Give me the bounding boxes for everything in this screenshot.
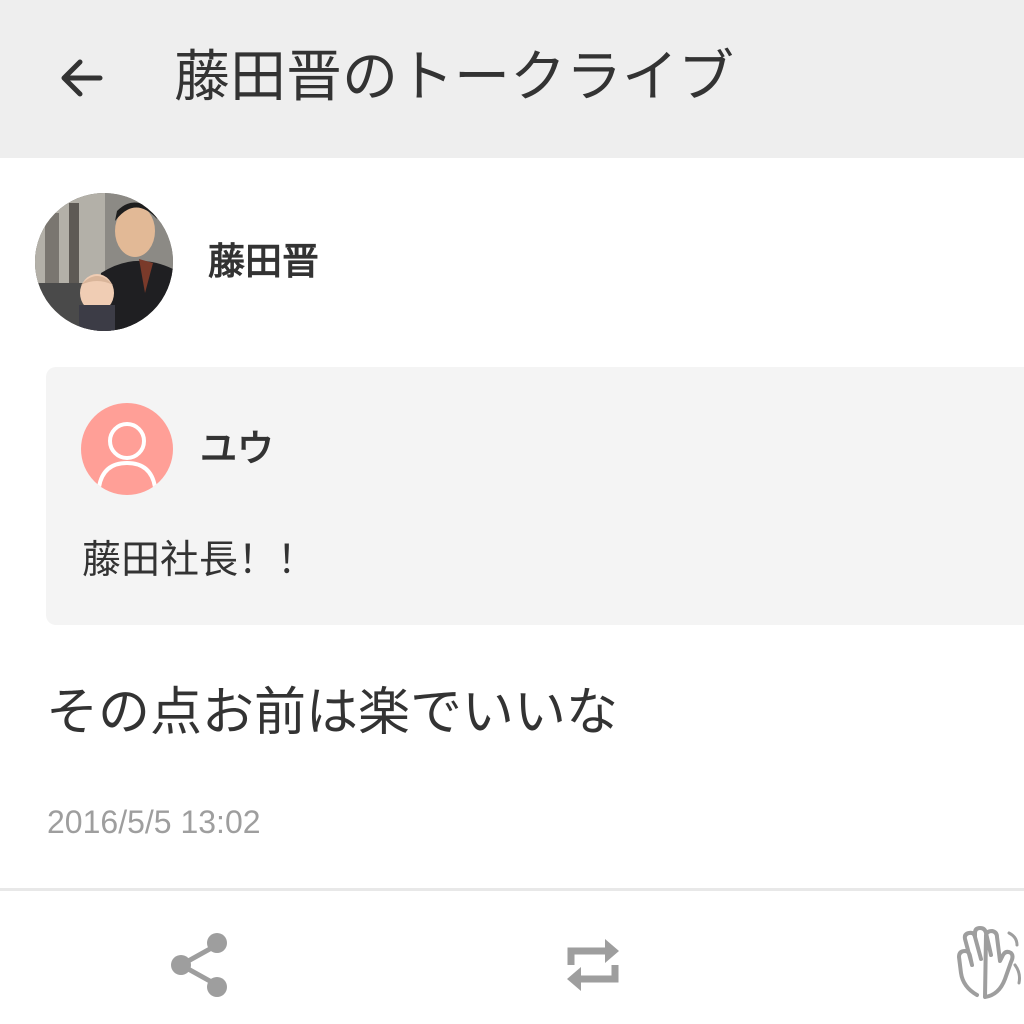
arrow-left-icon <box>61 59 103 97</box>
clap-icon <box>957 926 1021 999</box>
author-name[interactable]: 藤田晋 <box>208 238 319 286</box>
author-avatar[interactable] <box>35 193 173 331</box>
repost-button[interactable] <box>548 920 638 1010</box>
quote-user-avatar[interactable] <box>81 403 173 495</box>
profile-photo <box>35 193 173 331</box>
timestamp: 2016/5/5 13:02 <box>47 804 261 840</box>
share-button[interactable] <box>154 920 244 1010</box>
share-icon <box>171 933 227 997</box>
message-text: その点お前は楽でいいな <box>46 683 619 743</box>
clap-button[interactable] <box>944 920 1024 1010</box>
divider <box>0 888 1024 891</box>
quote-user-name[interactable]: ユウ <box>200 425 274 473</box>
back-button[interactable] <box>44 40 120 116</box>
page-title: 藤田晋のトークライブ <box>174 45 734 110</box>
app-header: 藤田晋のトークライブ <box>0 0 1024 158</box>
talk-live-screen: 藤田晋のトークライブ 藤田晋 ユウ 藤田社長！！ その点お前は楽でいいな 201… <box>0 0 1024 1024</box>
default-user-icon <box>97 422 157 488</box>
quoted-comment-card: ユウ 藤田社長！！ <box>46 367 1024 625</box>
quote-text: 藤田社長！！ <box>82 538 317 583</box>
repost-icon <box>567 939 619 991</box>
